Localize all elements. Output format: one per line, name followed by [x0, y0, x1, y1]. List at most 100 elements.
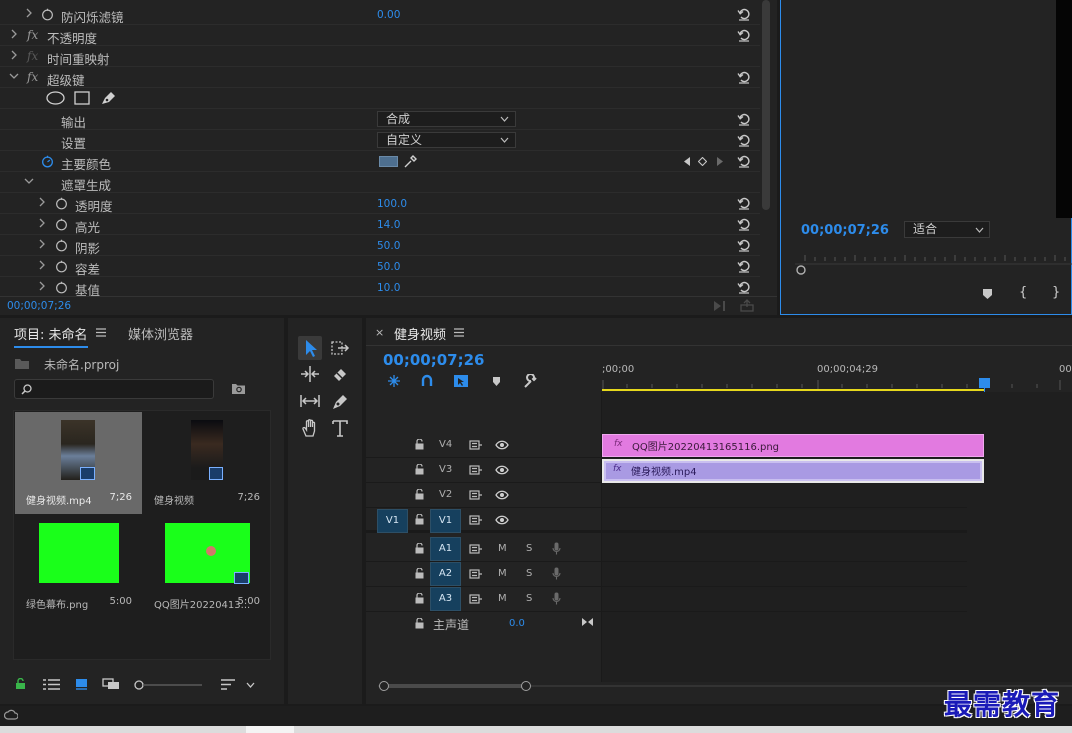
solo-button[interactable]: S: [526, 568, 532, 579]
chevron-right-icon[interactable]: [9, 29, 19, 39]
lock-icon[interactable]: [15, 678, 26, 690]
property-value[interactable]: 100.0: [377, 198, 407, 210]
eye-icon[interactable]: [495, 440, 509, 450]
mark-in-icon[interactable]: {: [1019, 285, 1027, 300]
chevron-right-icon[interactable]: [37, 197, 47, 207]
add-keyframe-icon[interactable]: [698, 157, 707, 166]
new-search-bin-icon[interactable]: [231, 382, 246, 395]
property-value[interactable]: 0.00: [377, 9, 400, 21]
chevron-right-icon[interactable]: [9, 50, 19, 60]
lock-icon[interactable]: [415, 464, 424, 475]
reset-icon[interactable]: [737, 259, 751, 273]
fx-icon[interactable]: fx: [27, 70, 38, 84]
hand-tool-icon[interactable]: [298, 416, 322, 440]
effect-controls-scrollbar[interactable]: [762, 0, 770, 210]
media-item-fitness-sequence[interactable]: 健身视频 7;26: [143, 412, 270, 514]
tab-project[interactable]: 项目: 未命名: [14, 324, 88, 348]
timeline-tab[interactable]: 健身视频: [394, 324, 446, 343]
lock-icon[interactable]: [415, 568, 424, 579]
search-input[interactable]: [14, 379, 214, 399]
eye-icon[interactable]: [495, 465, 509, 475]
time-ruler[interactable]: ;00;00 00;00;04;29 00: [602, 358, 1072, 392]
playhead-handle[interactable]: [979, 378, 990, 388]
track-label[interactable]: V3: [439, 464, 452, 475]
ripple-edit-icon[interactable]: [298, 362, 322, 386]
microphone-icon[interactable]: [552, 567, 561, 580]
reset-icon[interactable]: [737, 196, 751, 210]
clip-fitness-video[interactable]: fx 健身视频.mp4: [602, 459, 984, 483]
reset-icon[interactable]: [737, 280, 751, 294]
list-view-icon[interactable]: [43, 679, 60, 690]
lock-icon[interactable]: [415, 489, 424, 500]
menu-icon[interactable]: [454, 328, 464, 337]
reset-icon[interactable]: [737, 133, 751, 147]
sort-icon[interactable]: [221, 679, 236, 690]
sync-lock-icon[interactable]: [469, 544, 483, 554]
add-marker-icon[interactable]: [492, 376, 501, 387]
chevron-down-icon[interactable]: [9, 71, 19, 81]
icon-view-icon[interactable]: [75, 678, 88, 690]
property-value[interactable]: 50.0: [377, 261, 400, 273]
stopwatch-icon[interactable]: [41, 8, 54, 21]
chevron-right-icon[interactable]: [37, 218, 47, 228]
track-label[interactable]: V4: [439, 439, 452, 450]
solo-button[interactable]: S: [526, 593, 532, 604]
setting-dropdown[interactable]: 自定义: [377, 132, 516, 148]
stopwatch-active-icon[interactable]: [41, 155, 54, 168]
stopwatch-icon[interactable]: [55, 239, 68, 252]
program-time-ruler[interactable]: [795, 252, 1072, 276]
media-item-green-screen[interactable]: 绿色幕布.png 5:00: [15, 516, 142, 618]
sync-lock-icon[interactable]: [469, 515, 483, 525]
scrollbar-handle-right[interactable]: [521, 681, 531, 691]
work-area-bar[interactable]: [602, 389, 985, 391]
previous-keyframe-icon[interactable]: [684, 157, 691, 166]
reset-icon[interactable]: [737, 112, 751, 126]
solo-button[interactable]: S: [526, 543, 532, 554]
eye-icon[interactable]: [495, 515, 509, 525]
media-item-qq-image[interactable]: QQ图片20220413... 5:00: [143, 516, 270, 618]
close-icon[interactable]: ×: [375, 326, 384, 339]
mark-out-icon[interactable]: }: [1052, 285, 1060, 300]
chevron-right-icon[interactable]: [37, 239, 47, 249]
pen-mask-icon[interactable]: [100, 90, 117, 106]
scrollbar-handle-left[interactable]: [379, 681, 389, 691]
freeform-view-icon[interactable]: [102, 678, 120, 690]
stopwatch-icon[interactable]: [55, 218, 68, 231]
eyedropper-icon[interactable]: [403, 154, 418, 169]
lock-icon[interactable]: [415, 593, 424, 604]
chevron-right-icon[interactable]: [24, 8, 34, 18]
fit-dropdown[interactable]: 适合: [904, 221, 990, 238]
type-tool-icon[interactable]: [328, 416, 352, 440]
menu-icon[interactable]: [96, 328, 106, 337]
sync-lock-icon[interactable]: [469, 594, 483, 604]
lock-icon[interactable]: [415, 618, 424, 629]
pen-tool-icon[interactable]: [328, 389, 352, 413]
reset-icon[interactable]: [737, 7, 751, 21]
program-video-frame[interactable]: [1056, 0, 1072, 218]
track-label[interactable]: V2: [439, 489, 452, 500]
linked-selection-icon[interactable]: [453, 374, 469, 388]
sync-lock-icon[interactable]: [469, 490, 483, 500]
scrollbar-thumb[interactable]: [382, 684, 526, 688]
lock-icon[interactable]: [415, 439, 424, 450]
stopwatch-icon[interactable]: [55, 281, 68, 294]
chevron-right-icon[interactable]: [37, 260, 47, 270]
source-patch-v1[interactable]: V1: [377, 509, 408, 533]
mute-button[interactable]: M: [498, 593, 507, 604]
nest-toggle-icon[interactable]: [387, 374, 401, 388]
chevron-down-icon[interactable]: [246, 682, 255, 689]
creative-cloud-icon[interactable]: [4, 709, 18, 721]
master-volume-value[interactable]: 0.0: [509, 618, 525, 629]
track-select-forward-icon[interactable]: [328, 336, 352, 360]
play-audio-icon[interactable]: [713, 300, 727, 312]
chevron-down-icon[interactable]: [24, 176, 34, 186]
microphone-icon[interactable]: [552, 542, 561, 555]
property-value[interactable]: 50.0: [377, 240, 400, 252]
mute-button[interactable]: M: [498, 568, 507, 579]
mute-button[interactable]: M: [498, 543, 507, 554]
sync-lock-icon[interactable]: [469, 569, 483, 579]
effect-controls-timecode[interactable]: 00;00;07;26: [7, 300, 71, 312]
go-to-edit-icon[interactable]: [581, 617, 594, 627]
reset-icon[interactable]: [737, 217, 751, 231]
track-target-a2[interactable]: A2: [430, 562, 461, 586]
